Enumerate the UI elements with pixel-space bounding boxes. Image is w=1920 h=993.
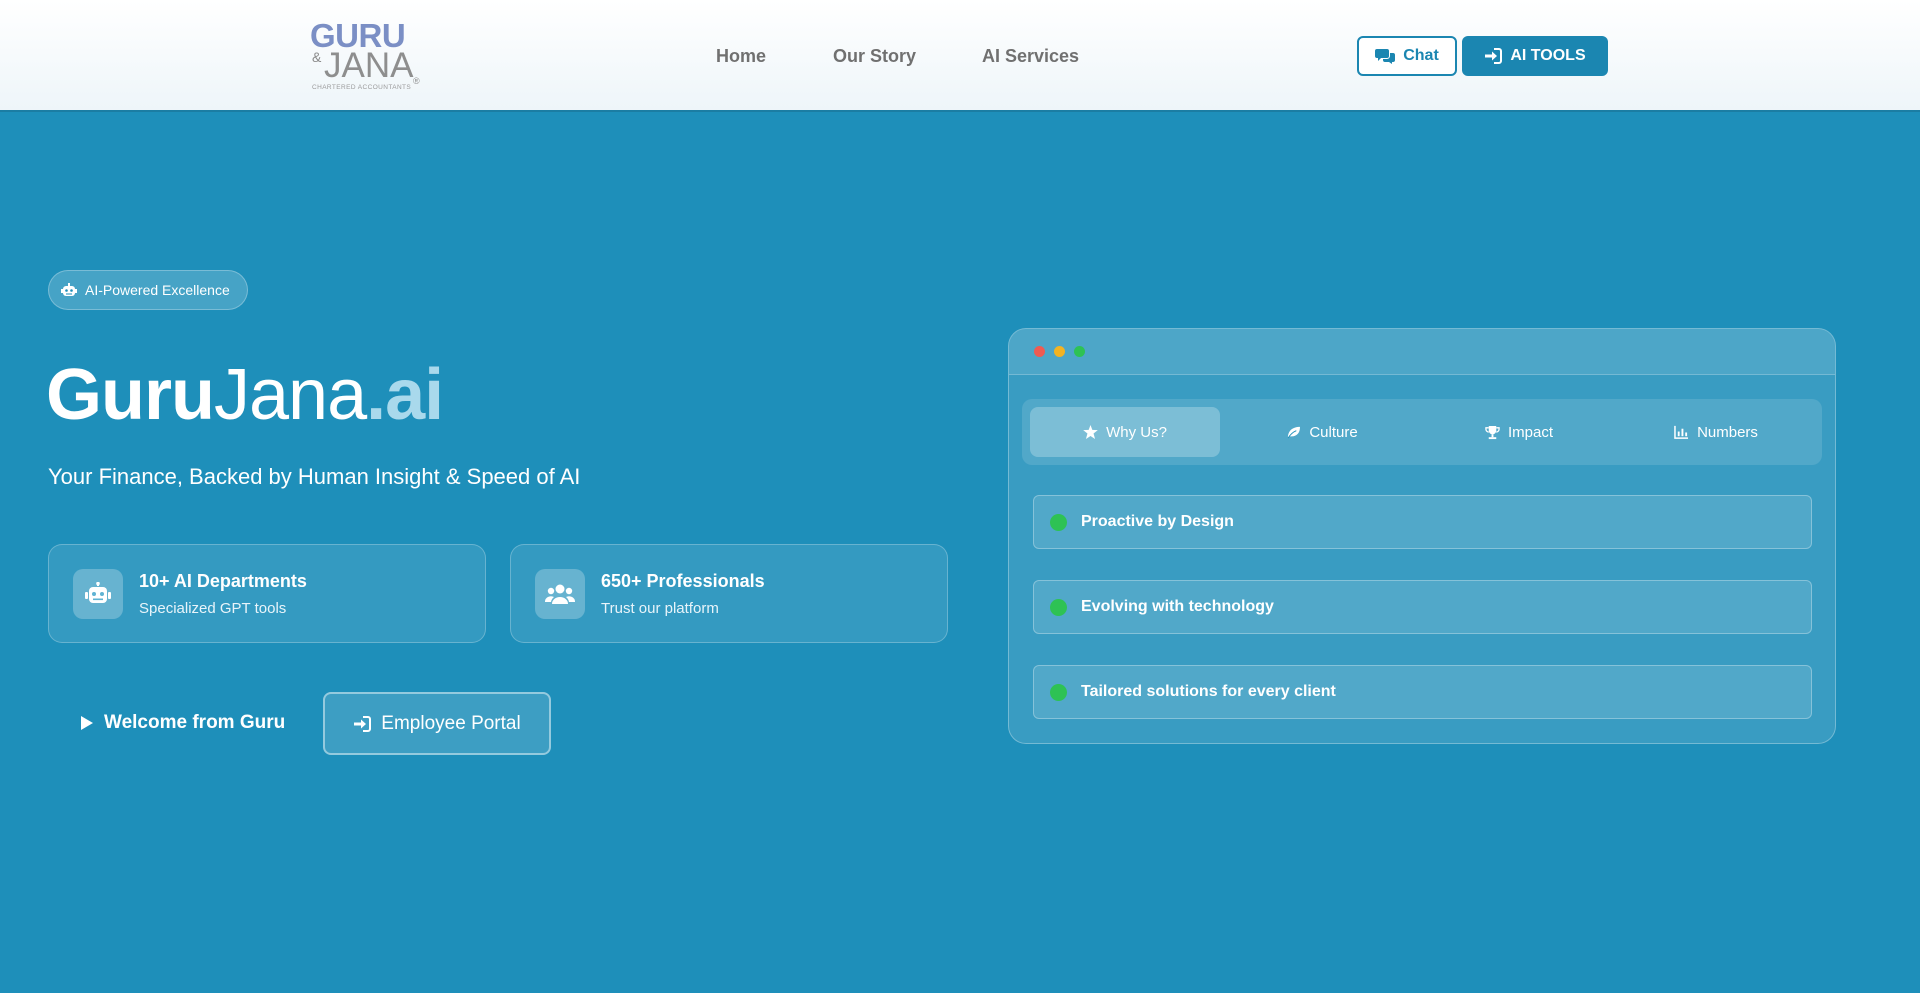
site-header: GURU & JANA ® CHARTERED ACCOUNTANTS Home…: [0, 0, 1920, 112]
stat-description: Specialized GPT tools: [139, 600, 287, 617]
green-dot-icon: [1050, 598, 1067, 616]
stat-card-professionals: 650+ Professionals Trust our platform: [510, 544, 948, 643]
nav-our-story[interactable]: Our Story: [833, 44, 916, 68]
tab-numbers[interactable]: Numbers: [1621, 407, 1811, 457]
badge-label: AI-Powered Excellence: [85, 282, 230, 298]
green-dot-icon: [1050, 513, 1067, 531]
robot-icon: [61, 283, 77, 297]
tab-why-us[interactable]: Why Us?: [1030, 407, 1220, 457]
hero-title-ai: .ai: [366, 355, 444, 435]
hero-title: GuruJana.ai: [46, 352, 444, 438]
chat-icon: [1375, 48, 1396, 64]
leaf-icon: [1286, 426, 1301, 439]
logo[interactable]: GURU & JANA ® CHARTERED ACCOUNTANTS: [310, 18, 420, 94]
list-item-label: Evolving with technology: [1081, 598, 1274, 615]
logo-registered-mark: ®: [413, 76, 420, 86]
employee-portal-button[interactable]: Employee Portal: [323, 692, 551, 755]
ai-tools-button[interactable]: AI TOOLS: [1462, 36, 1608, 76]
hero-subtitle: Your Finance, Backed by Human Insight & …: [48, 464, 581, 489]
logo-tagline: CHARTERED ACCOUNTANTS: [312, 84, 412, 91]
hero-title-guru: Guru: [46, 355, 215, 435]
sign-in-icon: [353, 715, 372, 732]
logo-ampersand: &: [312, 49, 322, 65]
list-item: Proactive by Design: [1033, 495, 1812, 549]
chart-icon: [1674, 425, 1689, 439]
window-maximize-dot: [1074, 346, 1085, 357]
users-icon: [535, 569, 585, 619]
play-icon: [80, 715, 94, 731]
stat-title: 10+ AI Departments: [139, 571, 307, 591]
nav-ai-services[interactable]: AI Services: [982, 44, 1079, 68]
window-close-dot: [1034, 346, 1045, 357]
star-icon: [1083, 425, 1098, 439]
stat-card-ai-departments: 10+ AI Departments Specialized GPT tools: [48, 544, 486, 643]
logo-line-jana: JANA: [324, 46, 414, 85]
list-item: Tailored solutions for every client: [1033, 665, 1812, 719]
welcome-button-label: Welcome from Guru: [104, 712, 286, 733]
green-dot-icon: [1050, 683, 1067, 701]
sign-in-icon: [1484, 48, 1503, 64]
info-window-panel: Why Us? Culture Impact Numbers Proactive…: [1008, 328, 1836, 744]
window-minimize-dot: [1054, 346, 1065, 357]
tab-label: Culture: [1309, 423, 1358, 441]
list-item: Evolving with technology: [1033, 580, 1812, 634]
list-item-label: Proactive by Design: [1081, 513, 1234, 530]
tab-label: Impact: [1507, 423, 1553, 441]
chat-button[interactable]: Chat: [1357, 36, 1457, 76]
window-title-bar: [1009, 329, 1835, 375]
nav-home[interactable]: Home: [716, 44, 766, 68]
stat-title: 650+ Professionals: [601, 571, 765, 591]
employee-portal-label: Employee Portal: [381, 712, 521, 734]
hero-title-jana: Jana: [213, 355, 367, 435]
ai-tools-button-label: AI TOOLS: [1510, 47, 1586, 64]
ai-powered-badge: AI-Powered Excellence: [48, 270, 248, 310]
panel-tab-bar: Why Us? Culture Impact Numbers: [1022, 399, 1822, 465]
welcome-video-button[interactable]: Welcome from Guru: [60, 694, 305, 752]
robot-icon: [73, 569, 123, 619]
tab-label: Why Us?: [1106, 423, 1167, 441]
trophy-icon: [1485, 425, 1500, 440]
list-item-label: Tailored solutions for every client: [1081, 683, 1336, 700]
stat-description: Trust our platform: [601, 600, 719, 617]
tab-impact[interactable]: Impact: [1424, 407, 1614, 457]
tab-label: Numbers: [1697, 423, 1758, 441]
chat-button-label: Chat: [1403, 47, 1439, 64]
tab-culture[interactable]: Culture: [1227, 407, 1417, 457]
